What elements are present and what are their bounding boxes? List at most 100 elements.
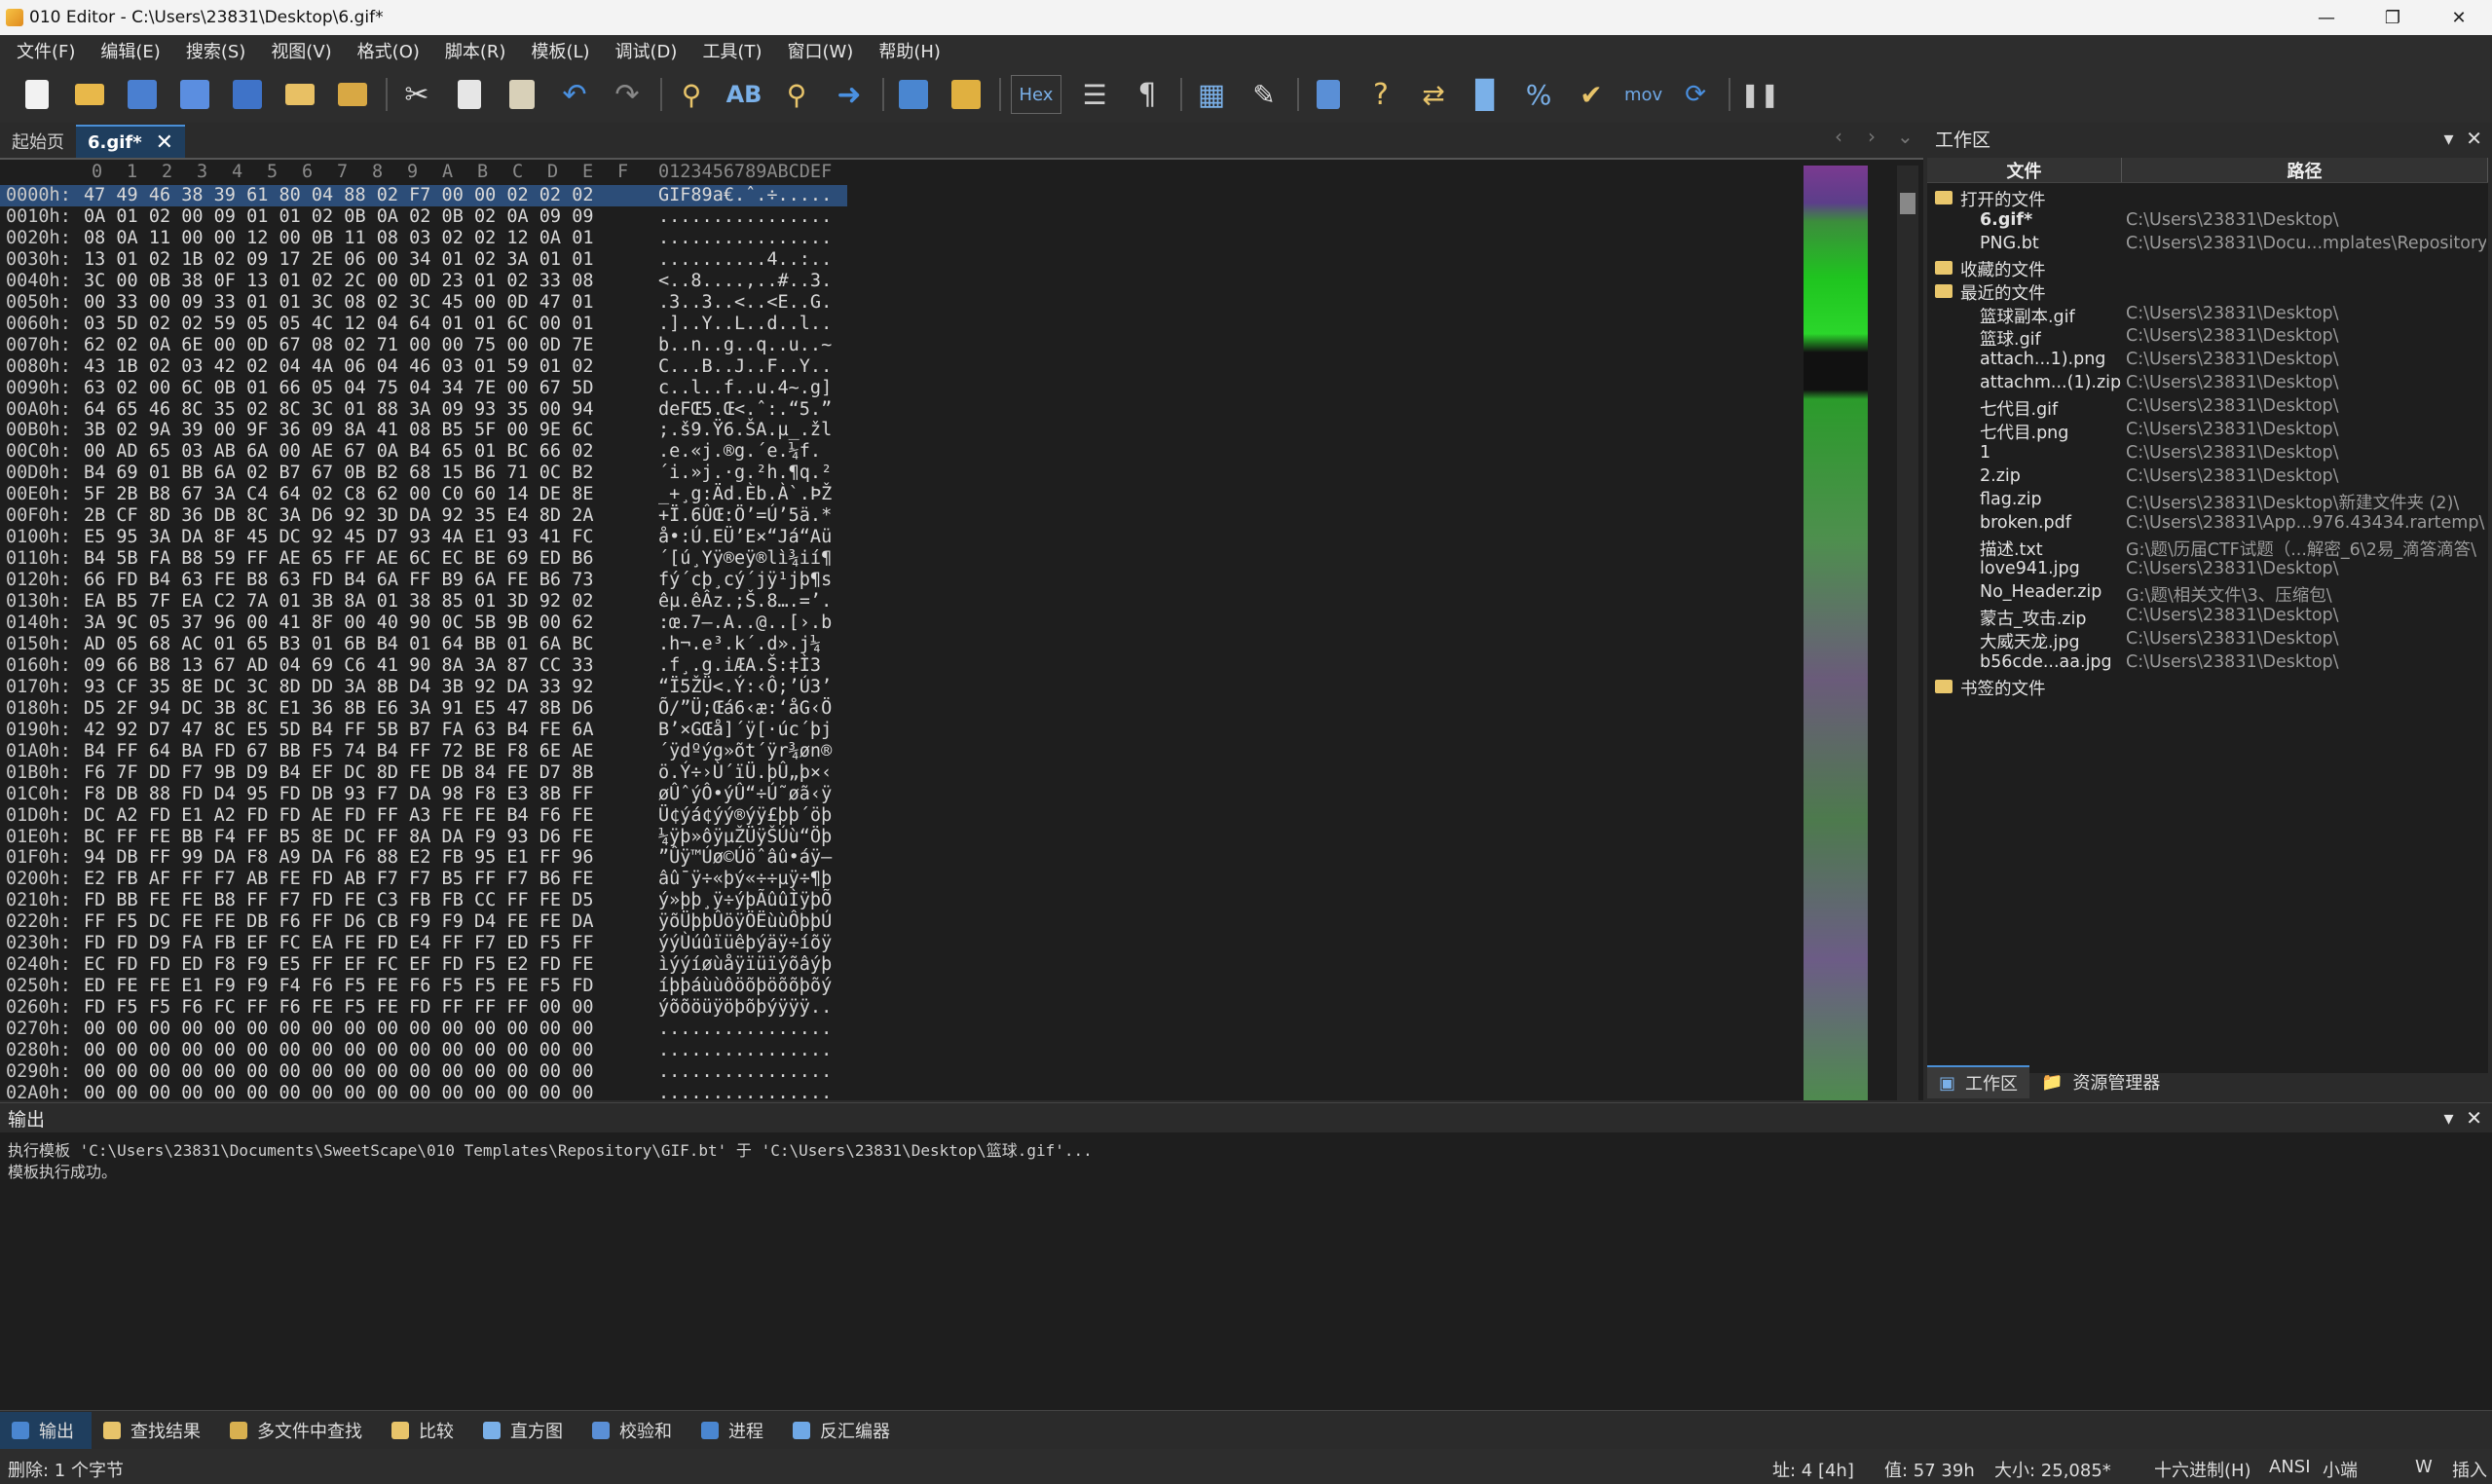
row-ascii[interactable]: Ü¢ýá¢ýý®ýÿ£þþ´öþ (658, 805, 832, 826)
row-bytes[interactable]: 64 65 46 8C 35 02 8C 3C 01 88 3A 09 93 3… (84, 399, 593, 420)
paste-button[interactable] (502, 75, 541, 114)
hex-row[interactable]: 0070h: 62 02 0A 6E 00 0D 67 08 02 71 00 0… (0, 335, 847, 356)
workspace-file-row[interactable]: 蒙古_攻击.zip C:\Users\23831\Desktop\ (1927, 606, 2488, 629)
row-ascii[interactable]: ý»þþ¸ÿ÷ýþÃûûÌÿþÕ (658, 890, 832, 910)
hex-row[interactable]: 0060h: 03 5D 02 02 59 05 05 4C 12 04 64 0… (0, 314, 847, 335)
row-bytes[interactable]: D5 2F 94 DC 3B 8C E1 36 8B E6 3A 91 E5 4… (84, 698, 593, 719)
tab-compare[interactable]: 比较 (380, 1412, 471, 1449)
inspector-button[interactable]: ? (1361, 75, 1400, 114)
hex-row[interactable]: 0210h: FD BB FE FE B8 FF F7 FD FE C3 FB F… (0, 890, 847, 911)
row-ascii[interactable]: c..l..f..u.4~.g] (658, 378, 832, 398)
row-ascii[interactable]: b..n..g..q..u..~ (658, 335, 832, 355)
hex-row[interactable]: 02A0h: 00 00 00 00 00 00 00 00 00 00 00 0… (0, 1083, 847, 1104)
row-ascii[interactable]: .­e.«j.®g.´e.¼f. (658, 441, 821, 462)
row-ascii[interactable]: C...B..J..F..Y.. (658, 356, 832, 377)
row-bytes[interactable]: FD FD D9 FA FB EF FC EA FE FD E4 FF F7 E… (84, 933, 593, 953)
row-bytes[interactable]: 3B 02 9A 39 00 9F 36 09 8A 41 08 B5 5F 0… (84, 420, 593, 440)
row-ascii[interactable]: ................ (658, 1040, 832, 1060)
redo-button[interactable]: ↷ (608, 75, 647, 114)
tab-prev-icon[interactable]: ‹ (1835, 125, 1842, 148)
row-bytes[interactable]: B4 5B FA B8 59 FF AE 65 FF AE 6C EC BE 6… (84, 548, 593, 569)
menu-edit[interactable]: 编辑(E) (92, 38, 176, 63)
row-bytes[interactable]: B4 FF 64 BA FD 67 BB F5 74 B4 FF 72 BE F… (84, 741, 593, 761)
hex-row[interactable]: 0130h: EA B5 7F EA C2 7A 01 3B 8A 01 38 8… (0, 591, 847, 612)
row-bytes[interactable]: 5F 2B B8 67 3A C4 64 02 C8 62 00 C0 60 1… (84, 484, 593, 504)
verify-button[interactable]: ✔ (1572, 75, 1611, 114)
hex-row[interactable]: 0030h: 13 01 02 1B 02 09 17 2E 06 00 34 0… (0, 249, 847, 271)
tab-find-in-files[interactable]: 多文件中查找 (218, 1412, 380, 1449)
row-bytes[interactable]: 00 00 00 00 00 00 00 00 00 00 00 00 00 0… (84, 1061, 593, 1082)
workspace-file-row[interactable]: 篮球副本.gif C:\Users\23831\Desktop\ (1927, 304, 2488, 327)
histogram-button[interactable]: ▉ (1467, 75, 1506, 114)
tab-disassembler[interactable]: 反汇编器 (781, 1412, 908, 1449)
tab-output[interactable]: 输出 (0, 1411, 92, 1449)
row-bytes[interactable]: 2B CF 8D 36 DB 8C 3A D6 92 3D DA 92 35 E… (84, 505, 593, 526)
row-bytes[interactable]: 08 0A 11 00 00 12 00 0B 11 08 03 02 02 1… (84, 228, 593, 248)
row-ascii[interactable]: .]..Y..L..d..l.. (658, 314, 832, 334)
menu-help[interactable]: 帮助(H) (870, 38, 957, 63)
row-bytes[interactable]: B4 69 01 BB 6A 02 B7 67 0B B2 68 15 B6 7… (84, 463, 593, 483)
row-ascii[interactable]: ..........4..:.. (658, 249, 832, 270)
row-ascii[interactable]: ýõõöüÿöþõþýÿÿÿ.. (658, 997, 832, 1018)
hex-row[interactable]: 0230h: FD FD D9 FA FB EF FC EA FE FD E4 F… (0, 933, 847, 954)
save-button[interactable] (123, 75, 162, 114)
status-insert[interactable]: 插入 (2452, 1457, 2487, 1482)
row-ascii[interactable]: “Ï5ŽÜ<.Ý:‹Ô;’Ú3’ (658, 677, 832, 697)
open-file-button[interactable] (70, 75, 109, 114)
row-bytes[interactable]: E2 FB AF FF F7 AB FE FD AB F7 F7 B5 FF F… (84, 869, 593, 889)
scrollbar-thumb[interactable] (1900, 193, 1915, 214)
hex-row[interactable]: 0180h: D5 2F 94 DC 3B 8C E1 36 8B E6 3A 9… (0, 698, 847, 720)
row-bytes[interactable]: 00 33 00 09 33 01 01 3C 08 02 3C 45 00 0… (84, 292, 593, 313)
hex-row[interactable]: 0000h: 47 49 46 38 39 61 80 04 88 02 F7 0… (0, 185, 847, 206)
row-bytes[interactable]: F8 DB 88 FD D4 95 FD DB 93 F7 DA 98 F8 E… (84, 784, 593, 804)
row-ascii[interactable]: ´[ú¸Yÿ®eÿ®lì¾ií¶ (658, 548, 832, 569)
close-tab-icon[interactable]: ✕ (156, 130, 173, 155)
hex-mode-button[interactable]: Hex (1011, 75, 1061, 114)
row-bytes[interactable]: 43 1B 02 03 42 02 04 4A 06 04 46 03 01 5… (84, 356, 593, 377)
hex-row[interactable]: 01D0h: DC A2 FD E1 A2 FD FD AE FD FF A3 F… (0, 805, 847, 827)
workspace-folder-button[interactable] (333, 75, 372, 114)
save-as-button[interactable] (175, 75, 214, 114)
undo-button[interactable]: ↶ (555, 75, 594, 114)
hex-row[interactable]: 0160h: 09 66 B8 13 67 AD 04 69 C6 41 90 8… (0, 655, 847, 677)
minimize-button[interactable]: — (2293, 0, 2360, 35)
workspace-file-row[interactable]: b56cde...aa.jpg C:\Users\23831\Desktop\ (1927, 652, 2488, 676)
row-bytes[interactable]: 0A 01 02 00 09 01 01 02 0B 0A 02 0B 02 0… (84, 206, 593, 227)
status-encoding[interactable]: ANSI (2269, 1457, 2311, 1477)
menu-debug[interactable]: 调试(D) (607, 38, 694, 63)
workspace-file-row[interactable]: attach...1).png C:\Users\23831\Desktop\ (1927, 350, 2488, 373)
hex-row[interactable]: 0220h: FF F5 DC FE FE DB F6 FF D6 CB F9 F… (0, 911, 847, 933)
maximize-button[interactable]: ❐ (2360, 0, 2426, 35)
hex-row[interactable]: 01B0h: F6 7F DD F7 9B D9 B4 EF DC 8D FE D… (0, 762, 847, 784)
menu-format[interactable]: 格式(O) (349, 38, 436, 63)
vertical-scrollbar[interactable] (1897, 166, 1918, 1100)
row-bytes[interactable]: E5 95 3A DA 8F 45 DC 92 45 D7 93 4A E1 9… (84, 527, 593, 547)
workspace-file-row[interactable]: broken.pdf C:\Users\23831\App...976.43434… (1927, 513, 2488, 537)
row-ascii[interactable]: .f¸.g­.iÆA.Š:‡Ì3 (658, 655, 821, 676)
row-ascii[interactable]: êµ.êÂz.;Š.8….=’. (658, 591, 832, 612)
tab-next-icon[interactable]: › (1868, 125, 1876, 148)
menu-window[interactable]: 窗口(W) (778, 38, 870, 63)
file-overview-map[interactable] (1804, 166, 1868, 1100)
workspace-file-row[interactable]: 七代目.png C:\Users\23831\Desktop\ (1927, 420, 2488, 443)
checksum-button[interactable]: % (1519, 75, 1558, 114)
row-ascii[interactable]: ìýýíøùåÿïüïýõâýþ (658, 954, 832, 975)
row-ascii[interactable]: ýýÙúûïüêþýäÿ÷íõÿ (658, 933, 832, 953)
hex-row[interactable]: 0020h: 08 0A 11 00 00 12 00 0B 11 08 03 0… (0, 228, 847, 249)
panel-controls[interactable]: ▾ ✕ (2443, 127, 2482, 150)
disassembler-button[interactable]: mov (1624, 85, 1662, 105)
hex-row[interactable]: 0190h: 42 92 D7 47 8C E5 5D B4 FF 5B B7 F… (0, 720, 847, 741)
row-ascii[interactable]: ................ (658, 1019, 832, 1039)
row-ascii[interactable]: B’×GŒå]´ÿ[·úc´þj (658, 720, 832, 740)
row-bytes[interactable]: 42 92 D7 47 8C E5 5D B4 FF 5B B7 FA 63 B… (84, 720, 593, 740)
edit-as-button[interactable]: ☰ (1075, 75, 1114, 114)
row-ascii[interactable]: âû¯ÿ÷«þý«÷÷µÿ÷¶þ (658, 869, 832, 889)
copy-button[interactable] (450, 75, 489, 114)
workspace-file-row[interactable]: 描述.txt G:\题\历届CTF试题（...解密_6\2易_滴答滴答\ (1927, 537, 2488, 560)
row-bytes[interactable]: 09 66 B8 13 67 AD 04 69 C6 41 90 8A 3A 8… (84, 655, 593, 676)
workspace-file-row[interactable]: 七代目.gif C:\Users\23831\Desktop\ (1927, 396, 2488, 420)
find-button[interactable]: ⚲ (672, 75, 711, 114)
hex-row[interactable]: 00E0h: 5F 2B B8 67 3A C4 64 02 C8 62 00 C… (0, 484, 847, 505)
hex-row[interactable]: 0150h: AD 05 68 AC 01 65 B3 01 6B B4 01 6… (0, 634, 847, 655)
compare-button[interactable]: ⇄ (1414, 75, 1453, 114)
